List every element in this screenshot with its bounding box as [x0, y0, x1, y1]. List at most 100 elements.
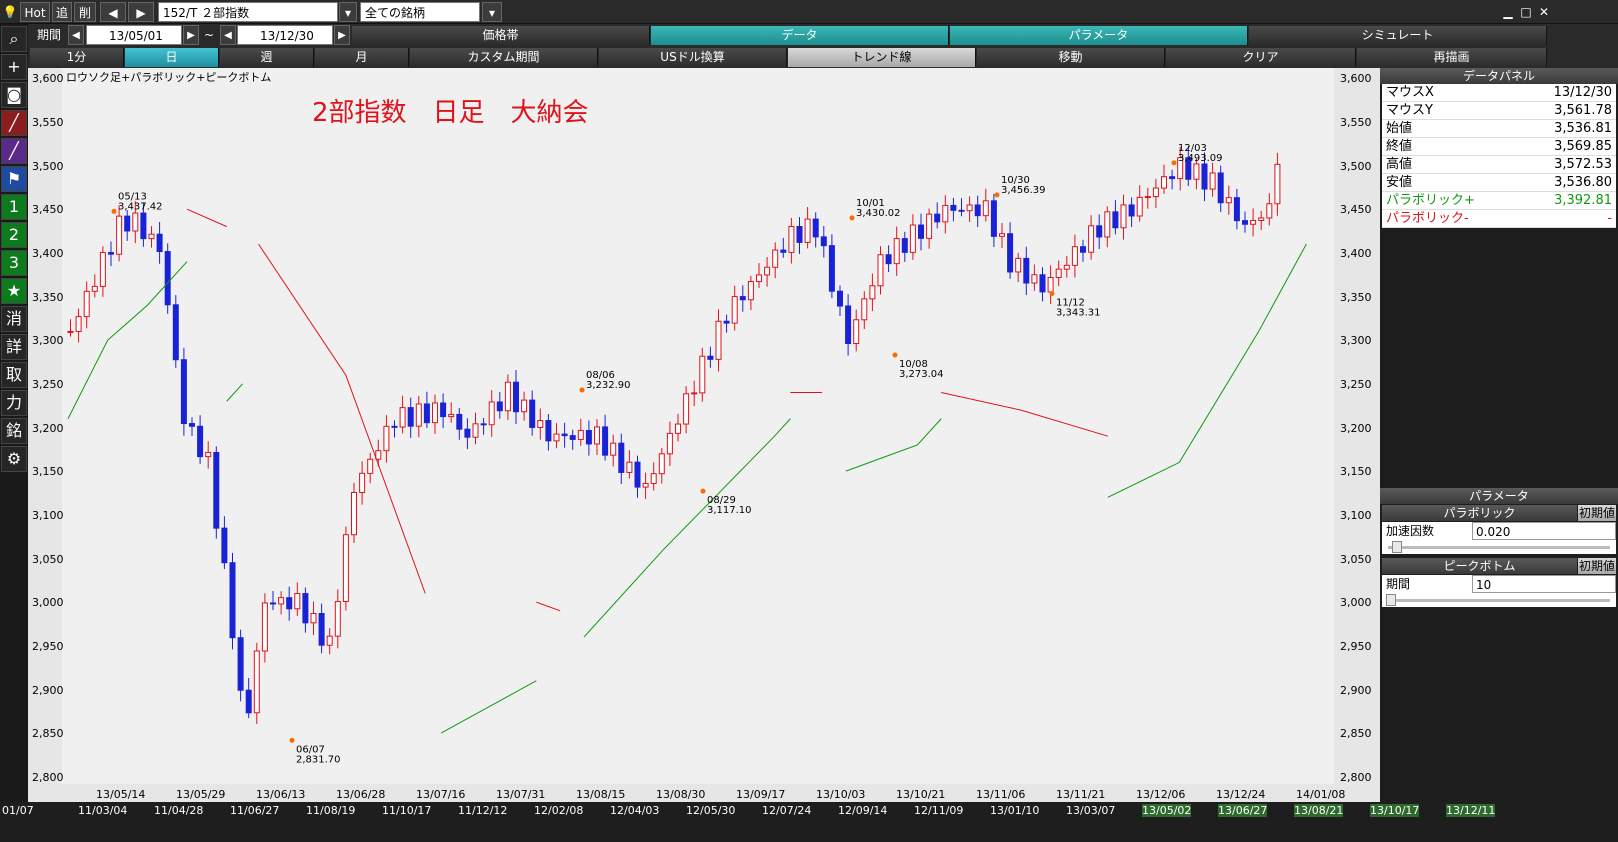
- candle-body: [286, 597, 293, 610]
- y-tick-label: 3,600: [32, 72, 64, 86]
- overview-date-label: 13/06/27: [1218, 804, 1268, 817]
- trendline-button[interactable]: トレンド線: [788, 48, 976, 67]
- camera-icon[interactable]: ◙: [1, 82, 27, 108]
- candle-body: [310, 613, 317, 624]
- candle-body: [359, 472, 366, 493]
- redraw-button[interactable]: 再描画: [1357, 48, 1547, 67]
- y-tick-label: 2,950: [1340, 640, 1372, 654]
- from-next-icon[interactable]: ▶: [183, 25, 199, 45]
- next-icon[interactable]: ▶: [128, 2, 154, 22]
- candle-body: [958, 209, 965, 212]
- chart-red-icon[interactable]: ╱: [1, 110, 27, 136]
- candle-body: [837, 290, 843, 307]
- candle-body: [602, 426, 609, 456]
- peak-marker: [1171, 160, 1177, 166]
- y-tick-label: 2,850: [32, 727, 64, 741]
- detail-icon[interactable]: 詳: [1, 334, 27, 360]
- x-tick-label: 14/01/08: [1296, 788, 1346, 801]
- two-icon[interactable]: 2: [1, 222, 27, 248]
- tab-simulate[interactable]: シミュレート: [1249, 26, 1547, 45]
- from-prev-icon[interactable]: ◀: [68, 25, 84, 45]
- candle-body: [205, 451, 212, 458]
- to-next-icon[interactable]: ▶: [334, 25, 350, 45]
- candle-body: [715, 320, 722, 360]
- candle-body: [731, 296, 738, 324]
- move-button[interactable]: 移動: [977, 48, 1165, 67]
- overview-date-label: 11/03/04: [78, 804, 128, 817]
- three-icon[interactable]: 3: [1, 250, 27, 276]
- x-tick-label: 13/10/03: [816, 788, 866, 801]
- chart-purple-icon[interactable]: ╱: [1, 138, 27, 164]
- candle-body: [877, 254, 884, 287]
- settings-icon[interactable]: ⚙: [1, 446, 27, 472]
- accel-slider[interactable]: [1382, 540, 1616, 554]
- data-row-key: 始値: [1386, 121, 1413, 136]
- interval-week[interactable]: 週: [220, 48, 314, 67]
- hot-button[interactable]: Hot: [20, 2, 50, 22]
- flag-icon[interactable]: ⚑: [1, 166, 27, 192]
- clear-button[interactable]: クリア: [1166, 48, 1356, 67]
- x-tick-label: 13/07/16: [416, 788, 466, 801]
- one-icon[interactable]: 1: [1, 194, 27, 220]
- chevron-down-icon[interactable]: ▾: [339, 2, 357, 22]
- symbol-field[interactable]: 152/T ２部指数: [158, 2, 338, 22]
- brand-icon[interactable]: 銘: [1, 418, 27, 444]
- delete-button[interactable]: 削: [74, 2, 96, 22]
- peak-value-label: 3,437.42: [118, 201, 163, 212]
- candlestick-chart[interactable]: 05/133,437.4206/072,831.7008/063,232.900…: [62, 68, 1334, 784]
- y-tick-label: 3,350: [1340, 290, 1372, 304]
- filter-select[interactable]: 全ての銘柄: [360, 2, 480, 22]
- accel-input[interactable]: 0.020: [1472, 522, 1616, 540]
- period-slider[interactable]: [1382, 593, 1616, 607]
- candle-body: [545, 420, 552, 442]
- x-tick-label: 13/05/14: [96, 788, 146, 801]
- parabolic-reset-button[interactable]: 初期値: [1578, 505, 1616, 521]
- bulb-icon[interactable]: 💡: [2, 2, 18, 22]
- data-row-key: 安値: [1386, 175, 1413, 190]
- period-input[interactable]: 10: [1472, 575, 1616, 593]
- candle-body: [909, 224, 916, 253]
- candle-body: [294, 593, 301, 610]
- custom-period-button[interactable]: カスタム期間: [410, 48, 598, 67]
- y-tick-label: 3,050: [1340, 552, 1372, 566]
- peak-value-label: 2,831.70: [296, 754, 341, 765]
- data-row-value: 3,561.78: [1554, 103, 1612, 118]
- prev-icon[interactable]: ◀: [100, 2, 126, 22]
- take-icon[interactable]: 取: [1, 362, 27, 388]
- candle-body: [828, 245, 835, 292]
- search-icon[interactable]: ⌕: [1, 26, 27, 52]
- plot-area[interactable]: 05/13 3,437.42 06/07 2,831.70 08/06 3,232.90 0…: [62, 68, 1334, 784]
- overview-date-label: 11/12/12: [458, 804, 508, 817]
- period-slider-handle[interactable]: [1386, 594, 1396, 606]
- peakbottom-reset-button[interactable]: 初期値: [1578, 558, 1616, 574]
- star-icon[interactable]: ★: [1, 278, 27, 304]
- interval-month[interactable]: 月: [315, 48, 409, 67]
- chevron-down-icon[interactable]: ▾: [482, 2, 502, 22]
- peak-marker: [111, 208, 117, 214]
- y-tick-label: 3,400: [1340, 247, 1372, 261]
- minimize-icon[interactable]: ▁: [1500, 2, 1516, 22]
- parabolic-sar-line: [536, 601, 561, 612]
- erase-icon[interactable]: 消: [1, 306, 27, 332]
- candle-body: [650, 473, 657, 485]
- close-icon[interactable]: ✕: [1536, 2, 1552, 22]
- usd-convert-button[interactable]: USドル換算: [599, 48, 787, 67]
- tab-parameter[interactable]: パラメータ: [950, 26, 1248, 45]
- accel-slider-handle[interactable]: [1392, 541, 1403, 553]
- overview-date-bar[interactable]: 01/07 11/03/04 11/04/28 11/06/27 11/08/19 11/…: [0, 802, 1618, 842]
- overview-date-label: 13/03/07: [1066, 804, 1116, 817]
- to-date-field[interactable]: 13/12/30: [237, 25, 333, 45]
- maximize-icon[interactable]: □: [1518, 2, 1534, 22]
- tab-price-band[interactable]: 価格帯: [352, 26, 650, 45]
- crosshair-icon[interactable]: +: [1, 54, 27, 80]
- to-prev-icon[interactable]: ◀: [220, 25, 236, 45]
- candle-body: [942, 204, 949, 223]
- from-date-field[interactable]: 13/05/01: [86, 25, 182, 45]
- add-button[interactable]: 追: [52, 2, 72, 22]
- candle-body: [675, 423, 681, 434]
- chart-area[interactable]: 05/13 3,437.42 06/07 2,831.70 08/06 3,232.90 0…: [28, 68, 1380, 802]
- power-icon[interactable]: 力: [1, 390, 27, 416]
- interval-1min[interactable]: 1分: [30, 48, 124, 67]
- tab-data[interactable]: データ: [651, 26, 949, 45]
- interval-day[interactable]: 日: [125, 48, 219, 67]
